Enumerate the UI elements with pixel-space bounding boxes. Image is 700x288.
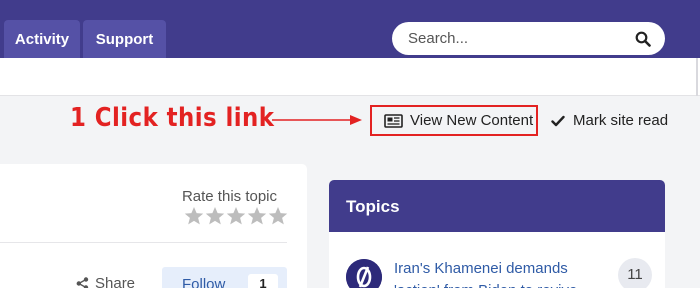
follow-label: Follow	[182, 276, 226, 288]
topic-panel: Rate this topic Share Follow 1	[0, 164, 307, 288]
mark-site-read-label: Mark site read	[573, 112, 669, 129]
divider	[0, 242, 287, 243]
search-input[interactable]	[408, 22, 628, 55]
search-icon[interactable]	[635, 31, 651, 47]
star-icon[interactable]	[205, 206, 225, 226]
reply-count-badge: 11	[618, 258, 652, 288]
annotation-text: 1 Click this link	[70, 103, 275, 133]
share-button[interactable]: Share	[76, 275, 135, 288]
star-icon[interactable]	[268, 206, 288, 226]
share-icon	[76, 277, 89, 288]
topics-widget: Topics Iran's Khamenei demands 'action' …	[329, 180, 665, 288]
divider	[696, 58, 698, 96]
view-new-content-link[interactable]: View New Content	[370, 105, 538, 136]
view-new-content-label: View New Content	[410, 112, 534, 129]
topic-link[interactable]: Iran's Khamenei demands 'action' from Bi…	[394, 258, 599, 288]
avatar[interactable]	[346, 259, 382, 288]
search-box	[392, 22, 665, 55]
annotation-arrow-icon	[272, 115, 362, 125]
tab-activity[interactable]: Activity	[4, 20, 80, 58]
rating-stars[interactable]	[184, 206, 288, 226]
share-label: Share	[95, 275, 136, 288]
site-header: Activity Support	[0, 0, 700, 58]
star-icon[interactable]	[226, 206, 246, 226]
sub-navigation-bar	[0, 58, 700, 96]
avatar-logo-icon	[346, 259, 382, 288]
follow-count-badge: 1	[248, 274, 278, 288]
mark-site-read-link[interactable]: Mark site read	[551, 112, 668, 129]
topics-header: Topics	[329, 180, 665, 232]
star-icon[interactable]	[184, 206, 204, 226]
newspaper-icon	[384, 113, 403, 128]
tab-support[interactable]: Support	[83, 20, 166, 58]
rate-topic-label: Rate this topic	[181, 188, 277, 205]
star-icon[interactable]	[247, 206, 267, 226]
follow-button[interactable]: Follow 1	[162, 267, 287, 288]
check-icon	[551, 115, 565, 126]
